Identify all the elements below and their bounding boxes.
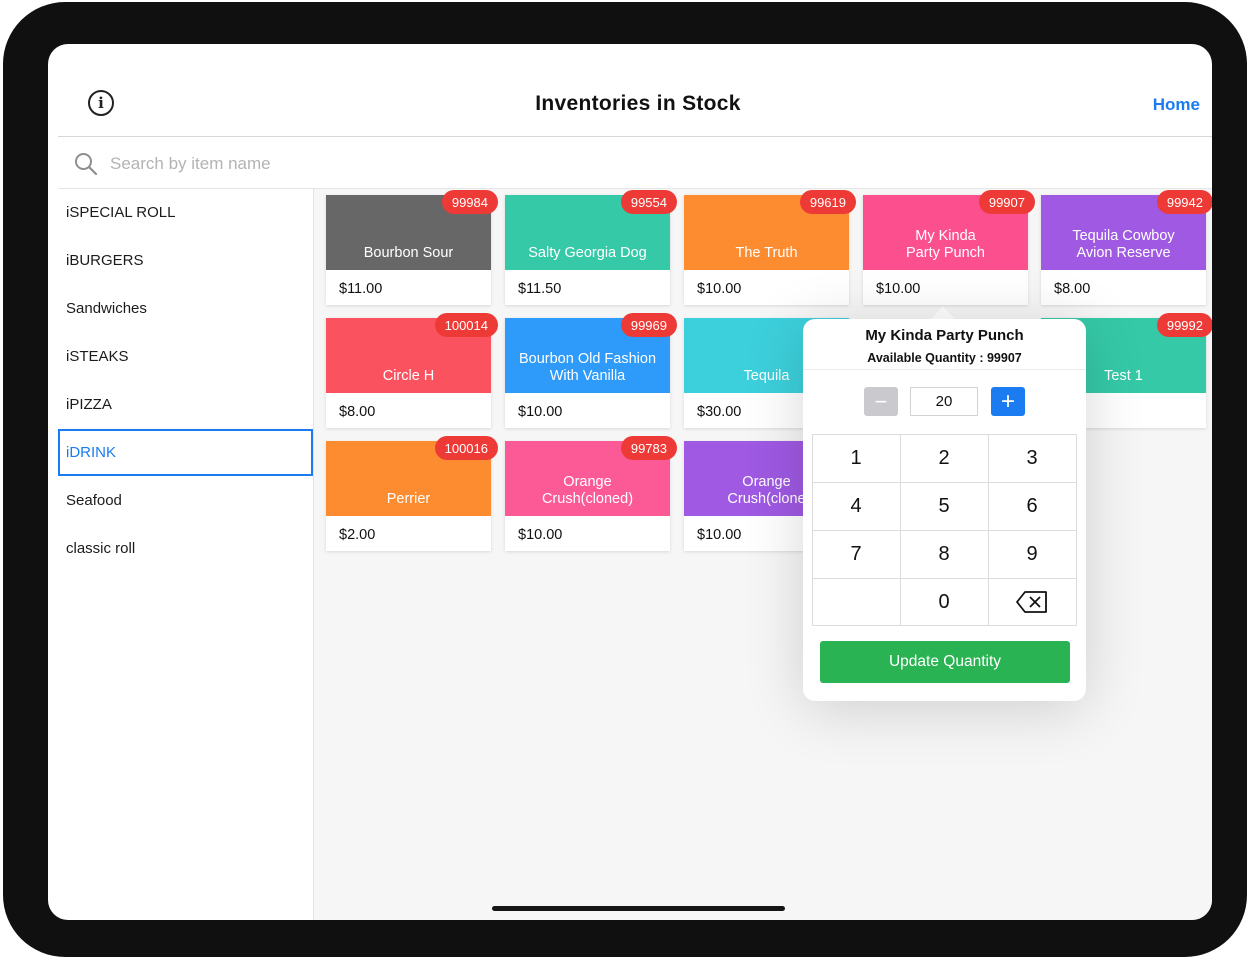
item-price: $30.00 <box>697 404 742 420</box>
stock-badge: 100014 <box>434 313 498 337</box>
device-frame: i Inventories in Stock Home iSPECIAL ROL… <box>3 2 1247 957</box>
stock-badge: 99969 <box>620 313 677 337</box>
sidebar-item-iburgers[interactable]: iBURGERS <box>58 237 313 284</box>
item-price: $10.00 <box>876 281 921 297</box>
key-8[interactable]: 8 <box>900 530 988 578</box>
key-2[interactable]: 2 <box>900 434 988 482</box>
item-card[interactable]: Perrier $2.00 100016 <box>326 436 498 551</box>
stock-badge: 99619 <box>799 190 856 214</box>
key-1[interactable]: 1 <box>812 434 900 482</box>
key-5[interactable]: 5 <box>900 482 988 530</box>
key-blank <box>812 578 900 626</box>
item-price: $11.00 <box>339 281 383 297</box>
sidebar-item-seafood[interactable]: Seafood <box>58 477 313 524</box>
update-quantity-button[interactable]: Update Quantity <box>820 641 1070 683</box>
page-title: Inventories in Stock <box>535 92 741 115</box>
keypad-divider <box>812 625 1077 626</box>
search-icon <box>75 153 98 176</box>
item-price: $2.00 <box>339 527 376 543</box>
item-card[interactable]: Salty Georgia Dog $11.50 99554 <box>505 190 677 305</box>
category-sidebar: iSPECIAL ROLL iBURGERS Sandwiches iSTEAK… <box>58 189 314 920</box>
popover-divider <box>803 369 1086 370</box>
header-divider <box>58 136 1212 137</box>
backspace-icon <box>1016 591 1047 613</box>
item-card[interactable]: Bourbon Sour $11.00 99984 <box>326 190 498 305</box>
quantity-field[interactable]: 20 <box>910 387 978 416</box>
stock-badge: 99992 <box>1156 313 1212 337</box>
item-price: $11.50 <box>518 281 562 297</box>
item-card[interactable]: Tequila Cowboy Avion Reserve $8.00 99942 <box>1041 190 1212 305</box>
home-indicator <box>492 906 785 911</box>
key-0[interactable]: 0 <box>900 578 988 626</box>
stock-badge: 99783 <box>620 436 677 460</box>
stock-badge: 99942 <box>1156 190 1212 214</box>
popover-title: My Kinda Party Punch <box>865 327 1024 344</box>
key-4[interactable]: 4 <box>812 482 900 530</box>
stock-badge: 99554 <box>620 190 677 214</box>
available-quantity: Available Quantity : 99907 <box>867 351 1022 365</box>
sidebar-item-ispecial-roll[interactable]: iSPECIAL ROLL <box>58 189 313 236</box>
app-screen: i Inventories in Stock Home iSPECIAL ROL… <box>48 44 1212 920</box>
stock-badge: 99984 <box>441 190 498 214</box>
number-keypad: 123 456 7890 <box>812 434 1077 626</box>
key-6[interactable]: 6 <box>988 482 1076 530</box>
sidebar-item-sandwiches[interactable]: Sandwiches <box>58 285 313 332</box>
backspace-key[interactable] <box>988 578 1076 626</box>
key-3[interactable]: 3 <box>988 434 1076 482</box>
item-price: $10.00 <box>518 527 563 543</box>
sidebar-item-isteaks[interactable]: iSTEAKS <box>58 333 313 380</box>
search-input[interactable] <box>110 150 710 178</box>
item-card[interactable]: My Kinda Party Punch $10.00 99907 <box>863 190 1035 305</box>
key-9[interactable]: 9 <box>988 530 1076 578</box>
item-price: $8.00 <box>1054 281 1091 297</box>
home-button[interactable]: Home <box>1153 95 1200 115</box>
item-price: $10.00 <box>697 527 742 543</box>
keypad-divider <box>812 530 1077 531</box>
stock-badge: 100016 <box>434 436 498 460</box>
item-card[interactable]: The Truth $10.00 99619 <box>684 190 856 305</box>
stock-badge: 99907 <box>978 190 1035 214</box>
keypad-divider <box>812 578 1077 579</box>
sidebar-item-idrink[interactable]: iDRINK <box>58 429 313 476</box>
sidebar-item-classic-roll[interactable]: classic roll <box>58 525 313 572</box>
item-card[interactable]: Circle H $8.00 100014 <box>326 313 498 428</box>
sidebar-item-ipizza[interactable]: iPIZZA <box>58 381 313 428</box>
item-price: $8.00 <box>339 404 376 420</box>
item-card[interactable]: Bourbon Old Fashion With Vanilla $10.00 99… <box>505 313 677 428</box>
increment-button[interactable]: + <box>991 387 1025 416</box>
decrement-button[interactable]: − <box>864 387 898 416</box>
keypad-divider <box>812 434 1077 435</box>
item-price: $10.00 <box>518 404 563 420</box>
item-price: $10.00 <box>697 281 742 297</box>
item-card[interactable]: Orange Crush(cloned) $10.00 99783 <box>505 436 677 551</box>
keypad-divider <box>812 482 1077 483</box>
key-7[interactable]: 7 <box>812 530 900 578</box>
quantity-popover: My Kinda Party Punch Available Quantity … <box>803 319 1086 701</box>
